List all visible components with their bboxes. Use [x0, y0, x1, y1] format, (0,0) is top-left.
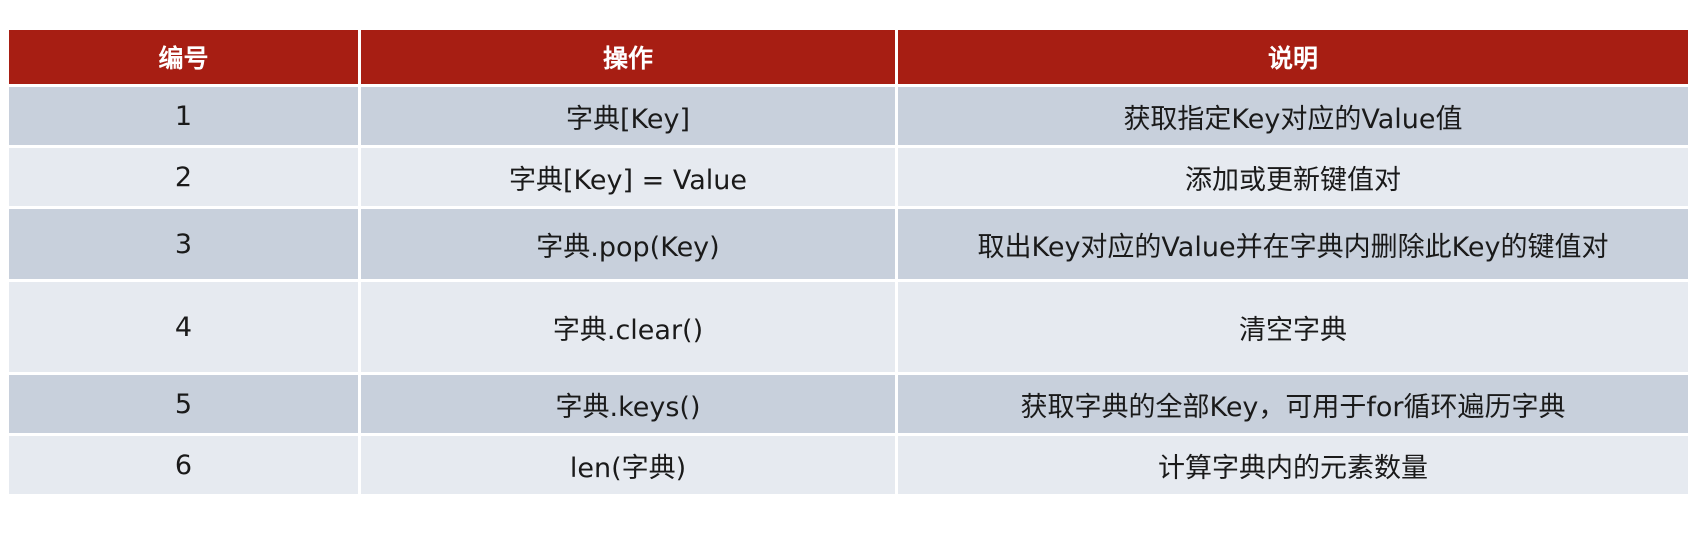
- table-row: 4 字典.clear() 清空字典: [6, 279, 1691, 375]
- table-row: 6 len(字典) 计算字典内的元素数量: [6, 433, 1691, 497]
- cell-operation: 字典[Key]: [358, 84, 898, 148]
- cell-operation: 字典.clear(): [358, 279, 898, 375]
- cell-description: 获取字典的全部Key，可用于for循环遍历字典: [895, 372, 1691, 436]
- cell-operation: 字典.pop(Key): [358, 206, 898, 282]
- cell-operation: 字典[Key] = Value: [358, 145, 898, 209]
- table-row: 1 字典[Key] 获取指定Key对应的Value值: [6, 84, 1691, 148]
- cell-number: 2: [6, 145, 361, 209]
- cell-number: 4: [6, 279, 361, 375]
- cell-description: 清空字典: [895, 279, 1691, 375]
- cell-description: 添加或更新键值对: [895, 145, 1691, 209]
- table-header: 编号 操作 说明: [6, 27, 1691, 87]
- cell-operation: len(字典): [358, 433, 898, 497]
- header-row: 编号 操作 说明: [6, 27, 1691, 87]
- header-description: 说明: [895, 27, 1691, 87]
- cell-description: 获取指定Key对应的Value值: [895, 84, 1691, 148]
- header-number: 编号: [6, 27, 361, 87]
- dictionary-operations-table: 编号 操作 说明 1 字典[Key] 获取指定Key对应的Value值 2 字典…: [6, 27, 1691, 497]
- cell-description: 取出Key对应的Value并在字典内删除此Key的键值对: [895, 206, 1691, 282]
- table-row: 3 字典.pop(Key) 取出Key对应的Value并在字典内删除此Key的键…: [6, 206, 1691, 282]
- table-row: 5 字典.keys() 获取字典的全部Key，可用于for循环遍历字典: [6, 372, 1691, 436]
- cell-number: 1: [6, 84, 361, 148]
- dictionary-operations-table-container: 编号 操作 说明 1 字典[Key] 获取指定Key对应的Value值 2 字典…: [6, 27, 1691, 497]
- table-body: 1 字典[Key] 获取指定Key对应的Value值 2 字典[Key] = V…: [6, 84, 1691, 497]
- cell-operation: 字典.keys(): [358, 372, 898, 436]
- cell-number: 3: [6, 206, 361, 282]
- header-operation: 操作: [358, 27, 898, 87]
- cell-description: 计算字典内的元素数量: [895, 433, 1691, 497]
- cell-number: 6: [6, 433, 361, 497]
- cell-number: 5: [6, 372, 361, 436]
- table-row: 2 字典[Key] = Value 添加或更新键值对: [6, 145, 1691, 209]
